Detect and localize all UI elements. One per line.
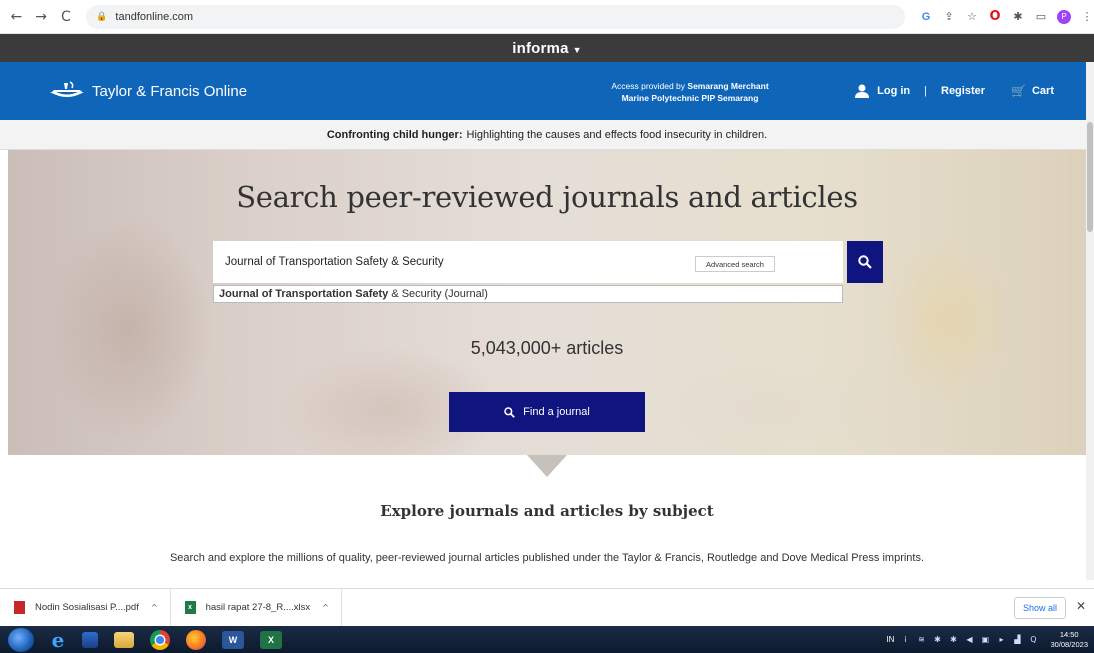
informa-bar[interactable]: informa ▼ — [0, 34, 1094, 62]
tray-app-icon[interactable]: ▣ — [980, 635, 990, 645]
chrome-icon[interactable] — [150, 629, 170, 650]
windows-taskbar: e W X IN i ≋ ✱ ✱ ◀ ▣ ▸ ▟ Q 14:50 30/08/2… — [0, 626, 1094, 653]
excel-icon[interactable]: X — [260, 630, 282, 649]
announcement-bold: Confronting child hunger: — [326, 128, 463, 141]
advanced-search-link[interactable]: Advanced search — [695, 256, 775, 272]
page-scrollbar[interactable] — [1086, 62, 1094, 580]
tray-app-icon[interactable]: ✱ — [932, 635, 942, 645]
profile-avatar[interactable]: P — [1057, 9, 1071, 24]
browser-toolbar: ← → C 🔒 tandfonline.com G ⇪ ☆ O ✱ ▭ P ⋮ — [0, 0, 1094, 34]
excel-file-icon: x — [184, 601, 196, 614]
forward-arrow-icon: → — [35, 8, 47, 25]
explore-title: Explore journals and articles by subject — [380, 502, 714, 520]
download-item[interactable]: x hasil rapat 27-8_R....xlsx ^ — [171, 588, 342, 627]
lock-icon: 🔒 — [96, 11, 108, 22]
info-icon[interactable]: i — [900, 635, 910, 645]
firefox-icon[interactable] — [186, 629, 206, 650]
hero-section: Search peer-reviewed journals and articl… — [8, 150, 1086, 455]
suggestion-bold: Journal of Transportation Safety — [219, 288, 389, 300]
article-count: 5,043,000+ articles — [470, 338, 624, 358]
explore-subtitle: Search and explore the millions of quali… — [169, 552, 925, 564]
search-icon — [858, 255, 872, 269]
cart-link[interactable]: Cart — [1032, 85, 1054, 97]
forward-button[interactable]: → — [33, 8, 50, 26]
google-icon[interactable]: G — [919, 10, 933, 24]
language-indicator[interactable]: IN — [886, 635, 894, 644]
back-arrow-icon: ← — [10, 8, 23, 25]
sidebar-icon[interactable]: ▭ — [1034, 10, 1048, 24]
access-org-line2: Marine Polytechnic PIP Semarang — [621, 93, 759, 103]
cart-icon[interactable]: 🛒 — [1011, 84, 1026, 98]
chevron-up-icon[interactable]: ^ — [322, 603, 329, 612]
reload-button[interactable]: C — [57, 8, 74, 26]
search-icon[interactable]: Q — [1028, 635, 1038, 645]
start-button[interactable] — [8, 627, 34, 652]
chevron-up-icon[interactable]: ^ — [151, 603, 158, 612]
scrollbar-thumb[interactable] — [1087, 122, 1093, 232]
volume-icon[interactable]: ◀ — [964, 635, 974, 645]
access-info: Access provided by Semarang Merchant Mar… — [540, 80, 840, 104]
menu-icon[interactable]: ⋮ — [1080, 10, 1094, 24]
informa-label: informa — [512, 39, 569, 57]
caret-down-icon: ▼ — [572, 45, 582, 55]
announcement-text: Highlighting the causes and effects food… — [466, 128, 768, 141]
url-text: tandfonline.com — [115, 10, 194, 23]
login-link[interactable]: Log in — [877, 85, 910, 97]
logo-text: Taylor & Francis Online — [92, 82, 248, 100]
pdf-file-icon — [14, 601, 25, 614]
signal-icon[interactable]: ▟ — [1012, 635, 1022, 645]
show-all-button[interactable]: Show all — [1014, 597, 1066, 619]
share-icon[interactable]: ⇪ — [942, 10, 956, 24]
address-bar[interactable]: 🔒 tandfonline.com — [86, 4, 905, 29]
find-journal-button[interactable]: Find a journal — [449, 392, 645, 432]
lamp-logo-icon — [50, 81, 84, 97]
download-name: Nodin Sosialisasi P....pdf — [35, 602, 139, 613]
clock[interactable]: 14:50 30/08/2023 — [1050, 630, 1088, 650]
internet-explorer-icon[interactable]: e — [42, 628, 74, 652]
header-links: Log in | Register 🛒 Cart — [855, 84, 1054, 98]
site-header: Taylor & Francis Online Access provided … — [0, 62, 1094, 120]
user-icon — [855, 84, 870, 98]
announcement-banner[interactable]: Confronting child hunger: Highlighting t… — [0, 120, 1094, 150]
media-player-icon[interactable] — [82, 631, 98, 648]
search-suggestion[interactable]: Journal of Transportation Safety & Secur… — [213, 285, 843, 303]
system-tray: IN i ≋ ✱ ✱ ◀ ▣ ▸ ▟ Q 14:50 30/08/2023 — [886, 626, 1088, 653]
suggestion-rest: & Security (Journal) — [391, 288, 488, 300]
clock-date: 30/08/2023 — [1050, 639, 1088, 649]
site-logo[interactable]: Taylor & Francis Online — [48, 80, 247, 102]
downloads-bar: Nodin Sosialisasi P....pdf ^ x hasil rap… — [0, 588, 1094, 627]
clock-time: 14:50 — [1059, 629, 1079, 639]
download-name: hasil rapat 27-8_R....xlsx — [205, 602, 311, 613]
tray-app-icon[interactable]: ✱ — [948, 635, 958, 645]
access-prefix: Access provided by — [611, 81, 686, 91]
search-icon — [504, 406, 515, 418]
close-icon[interactable]: ✕ — [1076, 599, 1086, 613]
access-org-line1: Semarang Merchant — [687, 81, 769, 91]
word-icon[interactable]: W — [222, 630, 244, 649]
find-journal-label: Find a journal — [523, 406, 590, 418]
puzzle-icon[interactable]: ✱ — [1011, 10, 1025, 24]
file-explorer-icon[interactable] — [114, 631, 134, 648]
divider: | — [924, 85, 927, 97]
back-button[interactable]: ← — [8, 8, 25, 26]
opera-icon[interactable]: O — [988, 9, 1002, 24]
hero-title: Search peer-reviewed journals and articl… — [236, 180, 858, 214]
star-icon[interactable]: ☆ — [965, 10, 979, 24]
search-button[interactable] — [847, 241, 883, 283]
register-link[interactable]: Register — [941, 85, 985, 97]
network-icon[interactable]: ≋ — [916, 635, 926, 645]
extension-area: G ⇪ ☆ O ✱ ▭ P ⋮ — [919, 9, 1094, 24]
download-item[interactable]: Nodin Sosialisasi P....pdf ^ — [0, 588, 171, 627]
reload-icon: C — [60, 8, 71, 25]
tray-app-icon[interactable]: ▸ — [996, 635, 1006, 645]
hero-pointer — [527, 455, 567, 477]
